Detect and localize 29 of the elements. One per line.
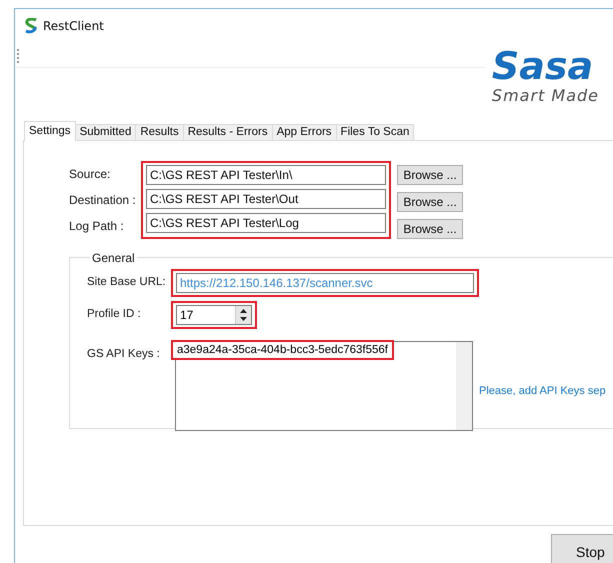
browse-button[interactable]: Browse ... (397, 164, 463, 185)
brand-tagline: Smart Made (492, 86, 599, 105)
api-key-text: a3e9a24a-35ca-404b-bcc3-5edc763f556f (171, 340, 394, 360)
tab[interactable]: Settings (24, 120, 76, 141)
tab[interactable]: Results (135, 124, 184, 141)
brand-logo: Sasa (492, 46, 594, 86)
path-field[interactable]: C:\GS REST API Tester\In\ (146, 164, 386, 185)
group-title: General (91, 250, 136, 265)
tab[interactable]: Results - Errors (182, 124, 273, 141)
path-field[interactable]: C:\GS REST API Tester\Out (146, 188, 386, 209)
scrollbar[interactable] (456, 342, 472, 430)
tab[interactable]: Submitted (74, 124, 136, 141)
field-label: GS API Keys : (87, 346, 161, 360)
browse-button[interactable]: Browse ... (397, 192, 463, 212)
browse-button[interactable]: Browse ... (397, 218, 463, 239)
field-label: Site Base URL: (87, 274, 167, 288)
window-title: RestClient (43, 18, 104, 33)
toolbar-grip-icon (17, 48, 21, 63)
stop-button[interactable]: Stop (551, 534, 613, 563)
field-label: Source: (69, 166, 112, 181)
app-logo-icon (24, 18, 38, 34)
tab[interactable]: Files To Scan (336, 124, 414, 141)
field-label: Destination : (69, 192, 135, 207)
path-field[interactable]: C:\GS REST API Tester\Log (146, 212, 386, 233)
hint-text: Please, add API Keys sep (479, 384, 606, 397)
tab[interactable]: App Errors (272, 124, 337, 141)
profile-id-spinner[interactable]: 17 (176, 304, 252, 325)
field-label: Log Path : (69, 218, 125, 233)
field-label: Profile ID : (87, 306, 142, 320)
